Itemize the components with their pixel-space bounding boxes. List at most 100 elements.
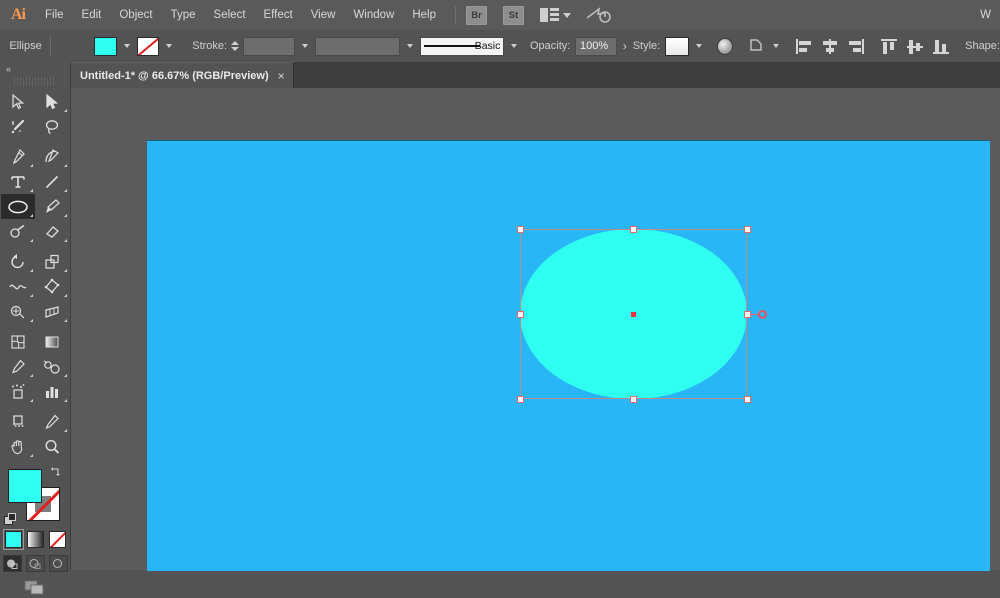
free-transform-tool[interactable] xyxy=(35,274,69,299)
tool-flyout-indicator[interactable] xyxy=(64,399,67,402)
handle-top-center[interactable] xyxy=(630,226,637,233)
draw-normal-button[interactable] xyxy=(3,555,22,572)
stroke-chevron-down-icon[interactable] xyxy=(166,44,172,48)
tool-flyout-indicator[interactable] xyxy=(30,399,33,402)
opacity-input[interactable]: 100% xyxy=(575,37,617,56)
artboard-tool[interactable] xyxy=(1,409,35,434)
menu-window[interactable]: Window xyxy=(344,0,403,30)
graphic-style-swatch[interactable] xyxy=(665,37,689,56)
arrange-documents-icon[interactable] xyxy=(540,7,560,23)
menu-help[interactable]: Help xyxy=(403,0,445,30)
tool-flyout-indicator[interactable] xyxy=(30,454,33,457)
perspective-grid-tool[interactable] xyxy=(35,299,69,324)
chevron-down-icon[interactable] xyxy=(563,13,571,18)
collapse-panel-icon[interactable]: « xyxy=(0,62,70,76)
brush-chevron-down-icon[interactable] xyxy=(511,44,517,48)
change-screen-mode-button[interactable] xyxy=(22,579,48,598)
lasso-tool[interactable] xyxy=(35,114,69,139)
magic-wand-tool[interactable] xyxy=(1,114,35,139)
document-area[interactable] xyxy=(70,88,1000,570)
ellipse-tool[interactable] xyxy=(1,194,35,219)
mesh-tool[interactable] xyxy=(1,329,35,354)
shape-builder-tool[interactable] xyxy=(1,299,35,324)
tool-flyout-indicator[interactable] xyxy=(64,374,67,377)
gradient-tool[interactable] xyxy=(35,329,69,354)
color-swatch-button[interactable] xyxy=(5,531,22,548)
line-segment-tool[interactable] xyxy=(35,169,69,194)
align-right-icon[interactable] xyxy=(848,39,864,54)
tool-flyout-indicator[interactable] xyxy=(64,189,67,192)
tool-flyout-indicator[interactable] xyxy=(30,374,33,377)
stroke-profile-chevron-down-icon[interactable] xyxy=(407,44,413,48)
curvature-tool[interactable] xyxy=(35,144,69,169)
tool-flyout-indicator[interactable] xyxy=(64,294,67,297)
stroke-weight-stepper[interactable] xyxy=(231,37,239,55)
blend-tool[interactable] xyxy=(35,354,69,379)
stock-button[interactable]: St xyxy=(503,6,524,25)
align-center-horizontal-icon[interactable] xyxy=(822,39,838,54)
handle-middle-left[interactable] xyxy=(517,311,524,318)
menu-select[interactable]: Select xyxy=(205,0,255,30)
direct-selection-tool[interactable] xyxy=(35,89,69,114)
paintbrush-tool[interactable] xyxy=(35,194,69,219)
stroke-weight-chevron-down-icon[interactable] xyxy=(302,44,308,48)
slice-tool[interactable] xyxy=(35,409,69,434)
menu-type[interactable]: Type xyxy=(162,0,205,30)
tool-flyout-indicator[interactable] xyxy=(64,214,67,217)
eraser-tool[interactable] xyxy=(35,219,69,244)
menu-edit[interactable]: Edit xyxy=(73,0,111,30)
document-tab[interactable]: Untitled-1* @ 66.67% (RGB/Preview) × xyxy=(70,62,294,89)
selection-tool[interactable] xyxy=(1,89,35,114)
live-shape-radius-widget[interactable] xyxy=(758,310,767,319)
menu-object[interactable]: Object xyxy=(110,0,161,30)
align-bottom-icon[interactable] xyxy=(933,39,949,54)
swap-fill-stroke-icon[interactable] xyxy=(50,465,64,479)
transform-chevron-down-icon[interactable] xyxy=(773,44,779,48)
workspace-switcher[interactable]: W xyxy=(971,0,1000,30)
bridge-button[interactable]: Br xyxy=(466,6,487,25)
tool-flyout-indicator[interactable] xyxy=(30,214,33,217)
tool-flyout-indicator[interactable] xyxy=(30,189,33,192)
fill-color-swatch[interactable] xyxy=(94,37,117,56)
panel-drag-grip[interactable] xyxy=(14,77,56,86)
menu-effect[interactable]: Effect xyxy=(255,0,302,30)
transform-icon[interactable] xyxy=(748,37,766,56)
none-swatch-button[interactable] xyxy=(49,531,66,548)
fill-swatch-button[interactable] xyxy=(8,469,42,503)
tool-flyout-indicator[interactable] xyxy=(64,269,67,272)
stroke-color-swatch[interactable] xyxy=(137,37,160,56)
handle-middle-right[interactable] xyxy=(744,311,751,318)
style-chevron-down-icon[interactable] xyxy=(696,44,702,48)
width-tool[interactable] xyxy=(1,274,35,299)
brush-definition-select[interactable]: Basic xyxy=(420,37,504,56)
column-graph-tool[interactable] xyxy=(35,379,69,404)
stroke-profile-input[interactable] xyxy=(315,37,400,56)
menu-view[interactable]: View xyxy=(302,0,345,30)
align-left-icon[interactable] xyxy=(796,39,812,54)
artboard-canvas[interactable] xyxy=(147,140,990,571)
symbol-sprayer-tool[interactable] xyxy=(1,379,35,404)
align-top-icon[interactable] xyxy=(881,39,897,54)
eyedropper-tool[interactable] xyxy=(1,354,35,379)
scale-tool[interactable] xyxy=(35,249,69,274)
tool-flyout-indicator[interactable] xyxy=(64,239,67,242)
handle-top-right[interactable] xyxy=(744,226,751,233)
handle-bottom-center[interactable] xyxy=(630,396,637,403)
handle-bottom-left[interactable] xyxy=(517,396,524,403)
draw-behind-button[interactable] xyxy=(26,555,45,572)
tool-flyout-indicator[interactable] xyxy=(30,294,33,297)
tool-flyout-indicator[interactable] xyxy=(30,319,33,322)
tool-flyout-indicator[interactable] xyxy=(64,319,67,322)
handle-bottom-right[interactable] xyxy=(744,396,751,403)
tool-flyout-indicator[interactable] xyxy=(64,164,67,167)
zoom-tool[interactable] xyxy=(35,434,69,459)
gradient-swatch-button[interactable] xyxy=(27,531,44,548)
tool-flyout-indicator[interactable] xyxy=(30,239,33,242)
draw-inside-button[interactable] xyxy=(49,555,68,572)
sync-settings-icon[interactable] xyxy=(585,5,611,25)
close-icon[interactable]: × xyxy=(278,70,285,82)
default-fill-stroke-icon[interactable] xyxy=(4,513,17,526)
tool-flyout-indicator[interactable] xyxy=(64,429,67,432)
pen-tool[interactable] xyxy=(1,144,35,169)
type-tool[interactable] xyxy=(1,169,35,194)
